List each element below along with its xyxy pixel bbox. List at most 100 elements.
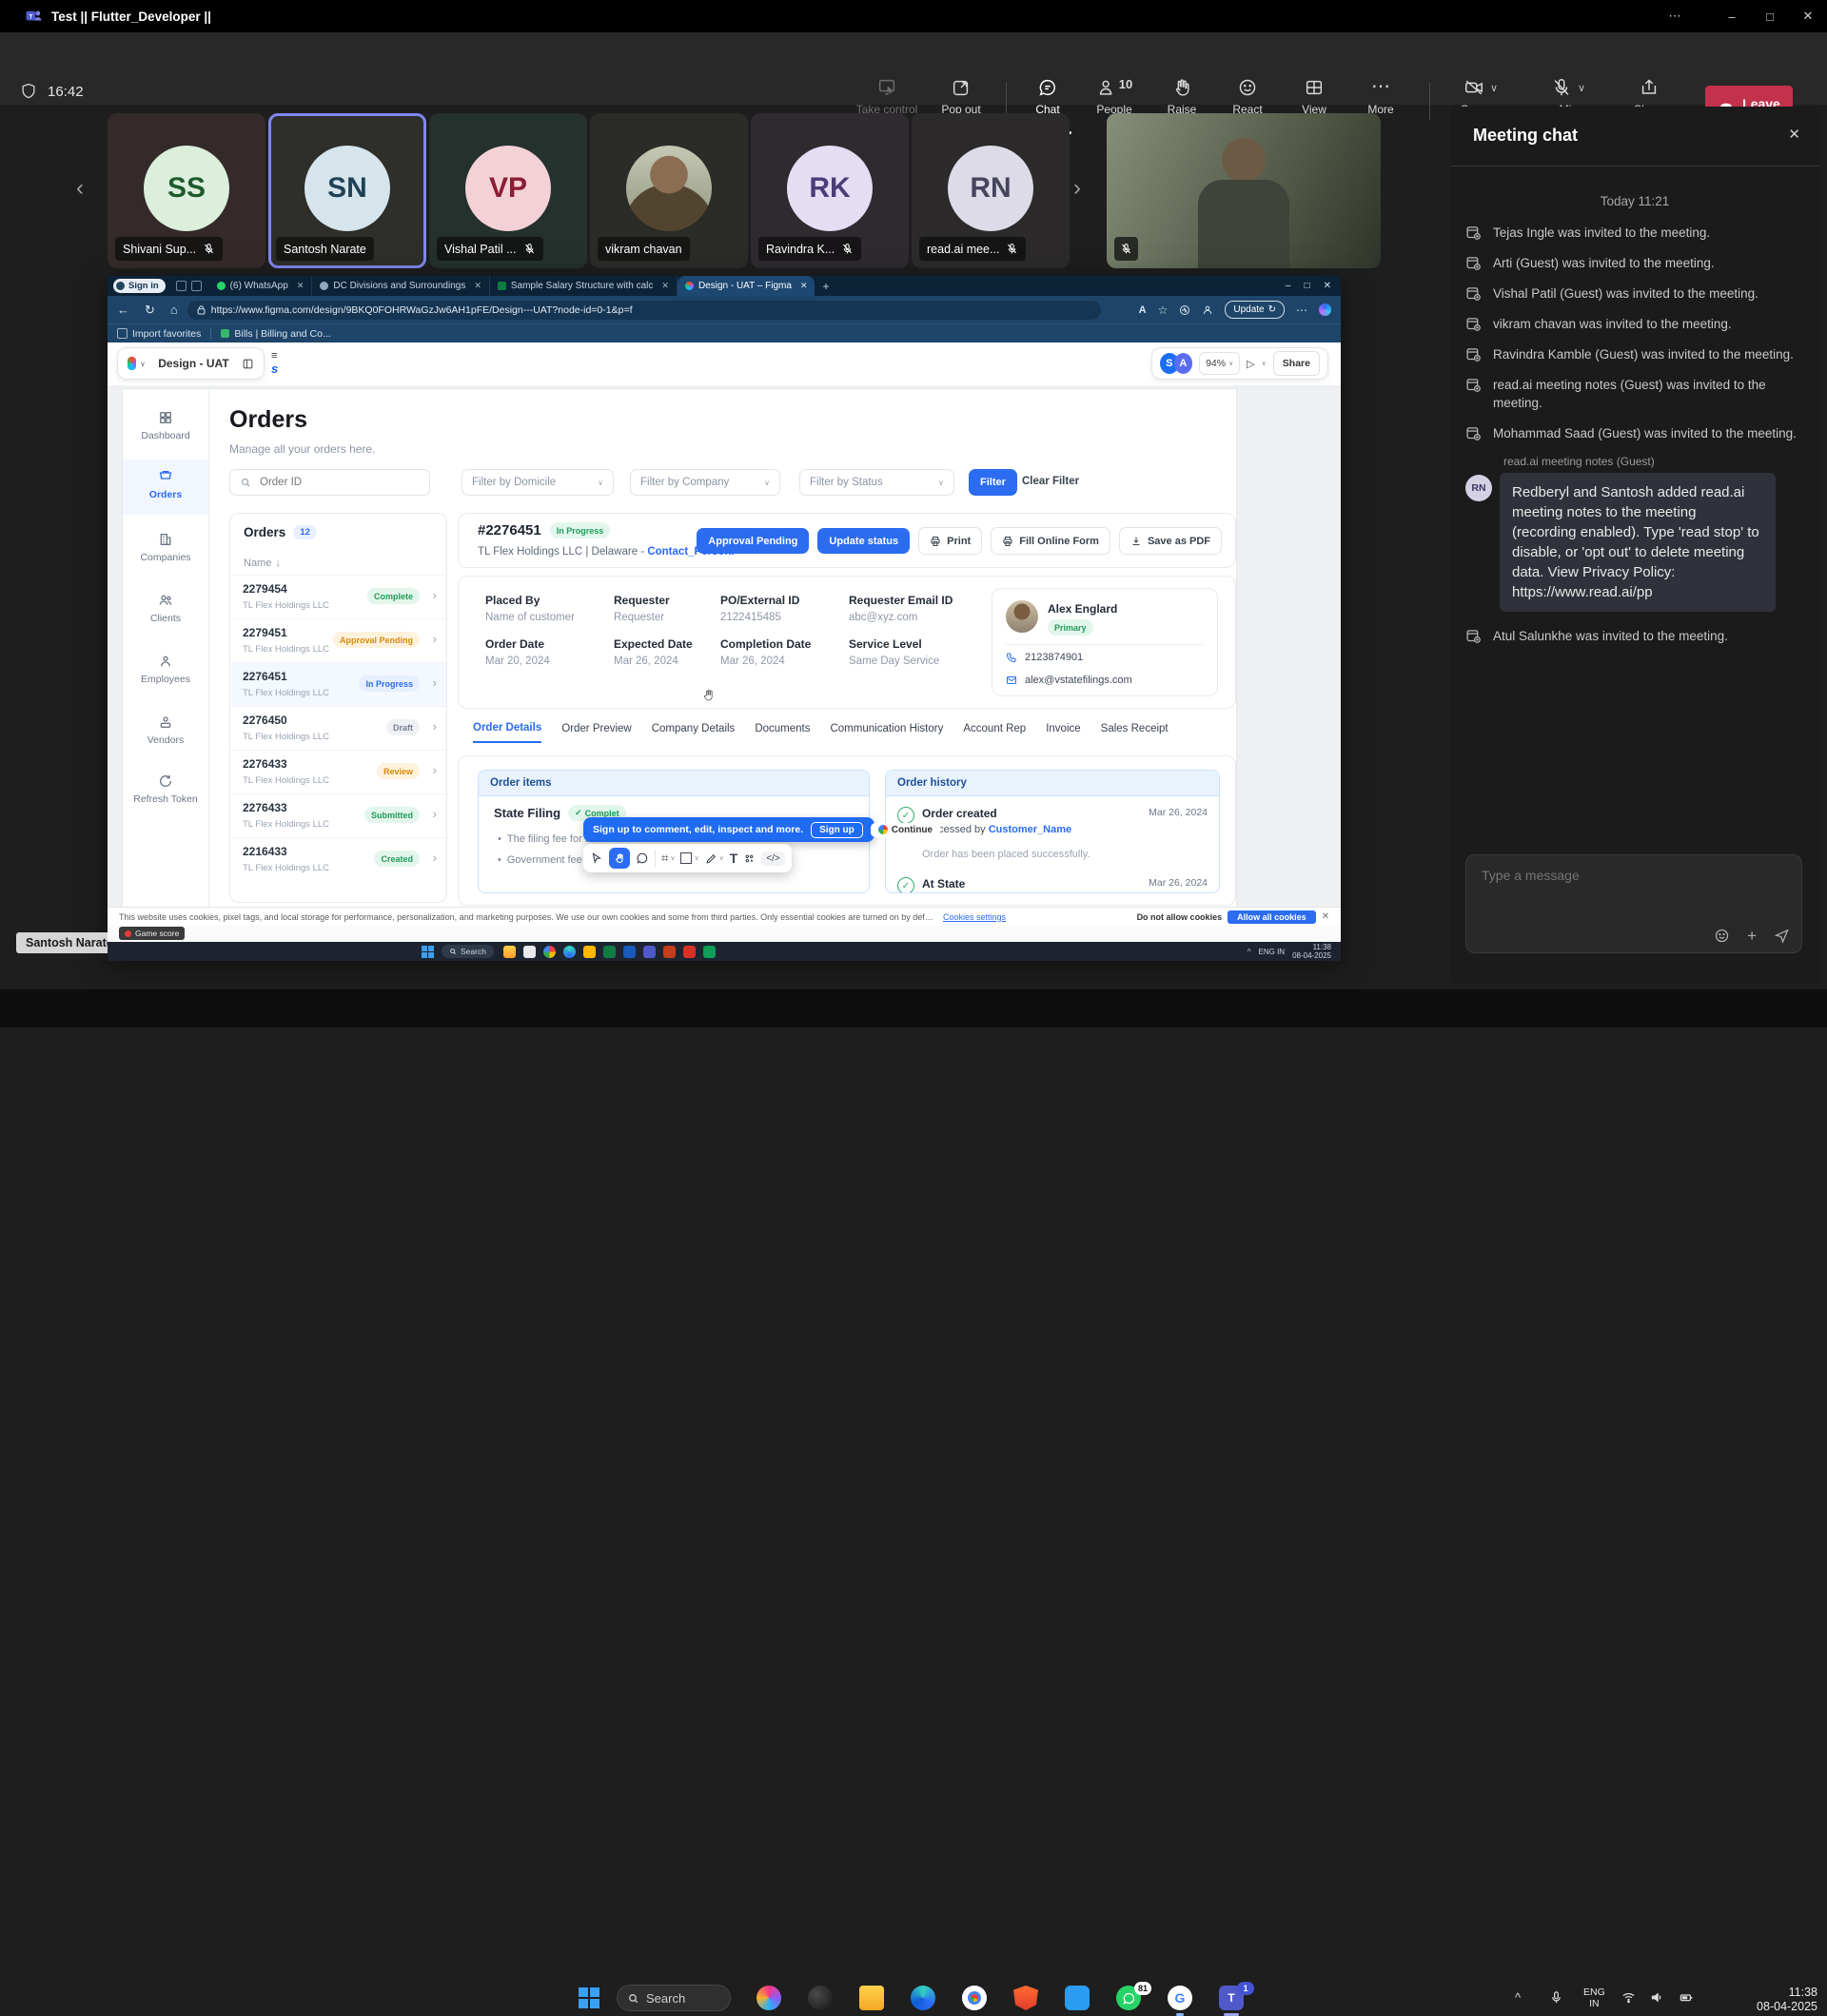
minimize-button[interactable]: – xyxy=(1713,0,1751,32)
close-tab-icon[interactable]: ✕ xyxy=(800,281,808,291)
shared-tray-caret[interactable]: ^ xyxy=(1247,948,1251,956)
shared-search-pill[interactable]: Search xyxy=(442,945,494,958)
order-row[interactable]: 2279454TL Flex Holdings LLC Complete› xyxy=(231,575,446,619)
name-column-header[interactable]: Name ↓ xyxy=(244,558,281,569)
home-icon[interactable]: ⌂ xyxy=(170,303,178,317)
raise-hand-button[interactable]: Raise xyxy=(1147,77,1217,116)
sidebar-item-dashboard[interactable]: Dashboard xyxy=(123,410,208,441)
pop-out-button[interactable]: Pop out xyxy=(926,77,996,116)
order-row[interactable]: 2216433TL Flex Holdings LLC Created› xyxy=(231,837,446,882)
order-row[interactable]: 2276433TL Flex Holdings LLC Review› xyxy=(231,750,446,794)
spotlight-participant-tile[interactable] xyxy=(1107,113,1381,268)
tray-wifi-icon[interactable] xyxy=(1621,1990,1636,2005)
close-button[interactable]: ✕ xyxy=(1789,0,1827,32)
close-cookie-icon[interactable]: ✕ xyxy=(1322,911,1329,922)
participant-tile[interactable]: RK Ravindra K... xyxy=(751,113,909,268)
tab-invoice[interactable]: Invoice xyxy=(1046,723,1080,742)
word-icon[interactable] xyxy=(623,946,636,958)
file-explorer-icon[interactable] xyxy=(583,946,596,958)
tab-documents[interactable]: Documents xyxy=(755,723,810,742)
pen-tool[interactable]: ∨ xyxy=(705,852,724,865)
browser-close-icon[interactable]: ✕ xyxy=(1324,281,1331,291)
sidebar-item-companies[interactable]: Companies xyxy=(123,532,208,563)
sidebar-item-orders[interactable]: Orders xyxy=(123,469,208,500)
text-tool[interactable]: T xyxy=(730,851,738,866)
close-tab-icon[interactable]: ✕ xyxy=(661,281,669,291)
sidebar-item-refresh-token[interactable]: Refresh Token xyxy=(123,773,208,805)
order-row-selected[interactable]: 2276451TL Flex Holdings LLC In Progress› xyxy=(231,662,446,707)
start-button[interactable] xyxy=(579,1987,599,2008)
chrome-taskbar-icon[interactable] xyxy=(962,1986,987,2010)
file-explorer-taskbar-icon[interactable] xyxy=(859,1986,884,2010)
browser-minimize-icon[interactable]: – xyxy=(1286,281,1291,291)
maximize-button[interactable]: □ xyxy=(1751,0,1789,32)
copilot-icon[interactable] xyxy=(1319,303,1331,316)
chat-input-box[interactable]: + xyxy=(1465,854,1802,953)
participant-tile[interactable]: RN read.ai mee... xyxy=(912,113,1070,268)
sign-up-button[interactable]: Sign up xyxy=(811,822,863,838)
sidebar-item-employees[interactable]: Employees xyxy=(123,654,208,685)
dev-mode-toggle[interactable]: </> xyxy=(761,851,784,866)
profile-icon[interactable] xyxy=(1202,304,1213,316)
cookies-settings-link[interactable]: Cookies settings xyxy=(943,912,1006,922)
tray-battery-icon[interactable] xyxy=(1679,1990,1694,2005)
message-input[interactable] xyxy=(1480,867,1769,884)
sidebar-item-vendors[interactable]: Vendors xyxy=(123,714,208,746)
powerpoint-icon[interactable] xyxy=(663,946,676,958)
close-chat-icon[interactable]: ✕ xyxy=(1788,126,1800,143)
shared-start-icon[interactable] xyxy=(422,946,434,958)
present-icon[interactable]: ▷ xyxy=(1247,358,1254,370)
favorite-star-icon[interactable]: ☆ xyxy=(1158,303,1169,317)
mic-chevron-icon[interactable]: ∨ xyxy=(1578,82,1585,94)
tab-order-preview[interactable]: Order Preview xyxy=(561,723,632,742)
tray-clock[interactable]: 11:3808-04-2025 xyxy=(1741,1986,1817,2014)
order-id-input[interactable] xyxy=(258,476,404,489)
react-button[interactable]: React xyxy=(1212,77,1283,116)
google-taskbar-icon[interactable]: G xyxy=(1168,1986,1192,2010)
address-bar[interactable]: https://www.figma.com/design/9BKQ0FOHRWa… xyxy=(187,301,1101,320)
emoji-icon[interactable] xyxy=(1714,928,1730,944)
browser-signin-button[interactable]: Sign in xyxy=(113,279,166,293)
refresh-icon[interactable]: ↻ xyxy=(145,303,155,318)
chrome-icon[interactable] xyxy=(543,946,556,958)
tab-company-details[interactable]: Company Details xyxy=(652,723,736,742)
chat-message-list[interactable]: Today 11:21 Tejas Ingle was invited to t… xyxy=(1465,181,1804,657)
sidebar-item-clients[interactable]: Clients xyxy=(123,593,208,624)
google-continue-button[interactable]: Continue xyxy=(871,823,940,837)
attach-plus-icon[interactable]: + xyxy=(1747,928,1757,944)
edge-taskbar-icon[interactable] xyxy=(911,1986,935,2010)
fill-online-form-button[interactable]: Fill Online Form xyxy=(991,527,1110,555)
browser-tab-active[interactable]: Design - UAT – Figma✕ xyxy=(678,276,815,296)
tray-mic-icon[interactable] xyxy=(1549,1990,1563,2005)
strip-next-icon[interactable]: › xyxy=(1073,177,1081,200)
print-button[interactable]: Print xyxy=(918,527,982,555)
filter-domicile-select[interactable]: Filter by Domicile ∨ xyxy=(462,469,614,496)
participant-tile[interactable]: SN Santosh Narate xyxy=(268,113,426,268)
participant-tile[interactable]: SS Shivani Sup... xyxy=(108,113,265,268)
more-button[interactable]: ⋯ More xyxy=(1346,77,1416,116)
vscode-taskbar-icon[interactable] xyxy=(1065,1986,1090,2010)
clear-filter-button[interactable]: Clear Filter xyxy=(1022,476,1079,487)
shared-tray-lang[interactable]: ENG IN xyxy=(1259,948,1286,956)
customer-name-link[interactable]: Customer_Name xyxy=(989,824,1071,835)
excel-icon[interactable] xyxy=(603,946,616,958)
allow-cookies-button[interactable]: Allow all cookies xyxy=(1228,910,1316,924)
order-id-search[interactable] xyxy=(229,469,430,496)
back-icon[interactable]: ← xyxy=(117,303,129,317)
pdf-icon[interactable] xyxy=(683,946,696,958)
figma-share-button[interactable]: Share xyxy=(1273,351,1320,376)
read-aloud-icon[interactable]: A xyxy=(1139,304,1147,316)
strip-prev-icon[interactable]: ‹ xyxy=(76,177,84,200)
frame-tool[interactable]: ⌗∨ xyxy=(661,851,675,866)
contact-email[interactable]: alex@vstatefilings.com xyxy=(1006,675,1132,686)
close-tab-icon[interactable]: ✕ xyxy=(297,281,304,291)
chat-message-bubble[interactable]: Redberyl and Santosh added read.ai meeti… xyxy=(1500,473,1776,612)
sheets-icon[interactable] xyxy=(703,946,716,958)
approval-pending-button[interactable]: Approval Pending xyxy=(697,528,809,554)
contact-phone[interactable]: 2123874901 xyxy=(1006,652,1083,663)
tab-actions-icon[interactable] xyxy=(176,281,187,291)
tab-sales-receipt[interactable]: Sales Receipt xyxy=(1101,723,1169,742)
browser-more-icon[interactable]: ⋯ xyxy=(1296,303,1307,317)
import-favorites-button[interactable]: Import favorites xyxy=(117,328,201,340)
copilot-taskbar-icon[interactable] xyxy=(756,1986,781,2010)
